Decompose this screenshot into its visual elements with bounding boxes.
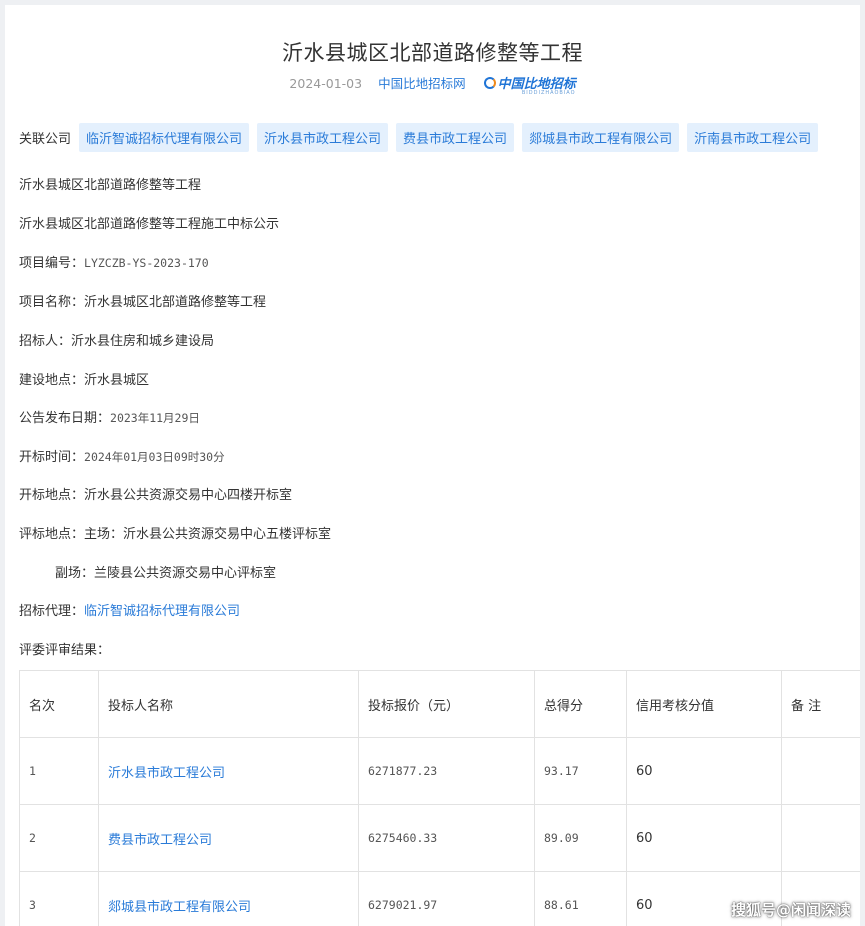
agent: 招标代理：临沂智诚招标代理有限公司 bbox=[19, 600, 240, 619]
open-place-label: 开标地点： bbox=[19, 488, 85, 503]
table-row: 2 费县市政工程公司 6275460.33 89.09 60 bbox=[19, 804, 860, 872]
header-note: 备 注 bbox=[781, 670, 860, 738]
project-name-label: 项目名称： bbox=[19, 295, 85, 310]
tenderer-label: 招标人： bbox=[19, 334, 72, 349]
cell-score: 89.09 bbox=[534, 804, 627, 872]
site-logo[interactable]: 中国比地招标 BIDDIZHAOBIAO bbox=[483, 73, 576, 96]
watermark: 搜狐号@闲闻深读 bbox=[730, 901, 851, 919]
cell-rank: 1 bbox=[19, 737, 99, 805]
related-company-tag[interactable]: 沂南县市政工程公司 bbox=[687, 123, 819, 152]
table-header-row: 名次 投标人名称 投标报价（元） 总得分 信用考核分值 备 注 bbox=[19, 670, 860, 738]
cell-score: 93.17 bbox=[534, 737, 627, 805]
header-score: 总得分 bbox=[534, 670, 627, 738]
cell-note bbox=[781, 737, 860, 805]
bidder-link[interactable]: 郯城县市政工程有限公司 bbox=[108, 900, 251, 915]
related-company-tag[interactable]: 临沂智诚招标代理有限公司 bbox=[79, 123, 250, 152]
project-number: 项目编号：LYZCZB-YS-2023-170 bbox=[19, 252, 209, 271]
results-table: 名次 投标人名称 投标报价（元） 总得分 信用考核分值 备 注 1 沂水县市政工… bbox=[19, 670, 860, 926]
eval-place: 评标地点：主场：沂水县公共资源交易中心五楼评标室 bbox=[19, 523, 331, 542]
eval-place-sub: 副场：兰陵县公共资源交易中心评标室 bbox=[55, 566, 277, 581]
agent-label: 招标代理： bbox=[19, 604, 85, 619]
cell-price: 6275460.33 bbox=[358, 804, 535, 872]
tenderer: 招标人：沂水县住房和城乡建设局 bbox=[19, 330, 214, 349]
source-link[interactable]: 中国比地招标网 bbox=[378, 76, 466, 91]
eval-place-main: 主场：沂水县公共资源交易中心五楼评标室 bbox=[84, 527, 332, 542]
cell-score: 88.61 bbox=[534, 871, 627, 926]
cell-bidder: 沂水县市政工程公司 bbox=[98, 737, 359, 805]
cell-bidder: 费县市政工程公司 bbox=[98, 804, 359, 872]
open-place: 开标地点：沂水县公共资源交易中心四楼开标室 bbox=[19, 484, 292, 503]
eval-place-label: 评标地点： bbox=[19, 527, 85, 542]
cell-credit: 60 bbox=[626, 804, 782, 872]
result-heading: 评委评审结果： bbox=[19, 643, 111, 658]
header-rank: 名次 bbox=[19, 670, 99, 738]
header-bidder: 投标人名称 bbox=[98, 670, 359, 738]
body-line-subtitle: 沂水县城区北部道路修整等工程施工中标公示 bbox=[19, 217, 280, 232]
related-company-tag[interactable]: 费县市政工程公司 bbox=[396, 123, 515, 152]
related-company-tag[interactable]: 郯城县市政工程有限公司 bbox=[522, 123, 680, 152]
open-place-value: 沂水县公共资源交易中心四楼开标室 bbox=[84, 488, 293, 503]
header-credit: 信用考核分值 bbox=[626, 670, 782, 738]
tenderer-value: 沂水县住房和城乡建设局 bbox=[71, 334, 215, 349]
page-title: 沂水县城区北部道路修整等工程 bbox=[282, 41, 583, 65]
cell-credit: 60 bbox=[626, 737, 782, 805]
project-name-value: 沂水县城区北部道路修整等工程 bbox=[84, 295, 267, 310]
logo-icon bbox=[483, 77, 496, 89]
build-site-label: 建设地点： bbox=[19, 373, 85, 388]
open-time-label: 开标时间： bbox=[19, 450, 85, 465]
bidder-link[interactable]: 费县市政工程公司 bbox=[108, 833, 212, 848]
related-label: 关联公司 bbox=[19, 132, 72, 147]
build-site: 建设地点：沂水县城区 bbox=[19, 369, 149, 388]
cell-price: 6271877.23 bbox=[358, 737, 535, 805]
cell-rank: 3 bbox=[19, 871, 99, 926]
cell-price: 6279021.97 bbox=[358, 871, 535, 926]
project-name: 项目名称：沂水县城区北部道路修整等工程 bbox=[19, 291, 266, 310]
body-line-title: 沂水县城区北部道路修整等工程 bbox=[19, 178, 202, 193]
related-company-tag[interactable]: 沂水县市政工程公司 bbox=[257, 123, 389, 152]
cell-note bbox=[781, 804, 860, 872]
project-number-value: LYZCZB-YS-2023-170 bbox=[84, 256, 209, 270]
cell-rank: 2 bbox=[19, 804, 99, 872]
article-page: 沂水县城区北部道路修整等工程 2024-01-03 中国比地招标网 中国比地招标… bbox=[5, 5, 860, 926]
open-time-value: 2024年01月03日09时30分 bbox=[84, 450, 225, 464]
publish-date-line: 公告发布日期：2023年11月29日 bbox=[19, 407, 200, 426]
article-meta: 2024-01-03 中国比地招标网 中国比地招标 BIDDIZHAOBIAO bbox=[5, 73, 860, 96]
header-price: 投标报价（元） bbox=[358, 670, 535, 738]
cell-bidder: 郯城县市政工程有限公司 bbox=[98, 871, 359, 926]
publish-date-label: 公告发布日期： bbox=[19, 411, 111, 426]
publish-date-value: 2023年11月29日 bbox=[110, 411, 200, 425]
table-row: 1 沂水县市政工程公司 6271877.23 93.17 60 bbox=[19, 737, 860, 805]
publish-date: 2024-01-03 bbox=[289, 76, 363, 91]
build-site-value: 沂水县城区 bbox=[84, 373, 150, 388]
agent-link[interactable]: 临沂智诚招标代理有限公司 bbox=[84, 604, 240, 619]
bidder-link[interactable]: 沂水县市政工程公司 bbox=[108, 766, 225, 781]
project-number-label: 项目编号： bbox=[19, 256, 85, 271]
related-companies: 关联公司 临沂智诚招标代理有限公司 沂水县市政工程公司 费县市政工程公司 郯城县… bbox=[19, 123, 826, 152]
open-time: 开标时间：2024年01月03日09时30分 bbox=[19, 446, 225, 465]
